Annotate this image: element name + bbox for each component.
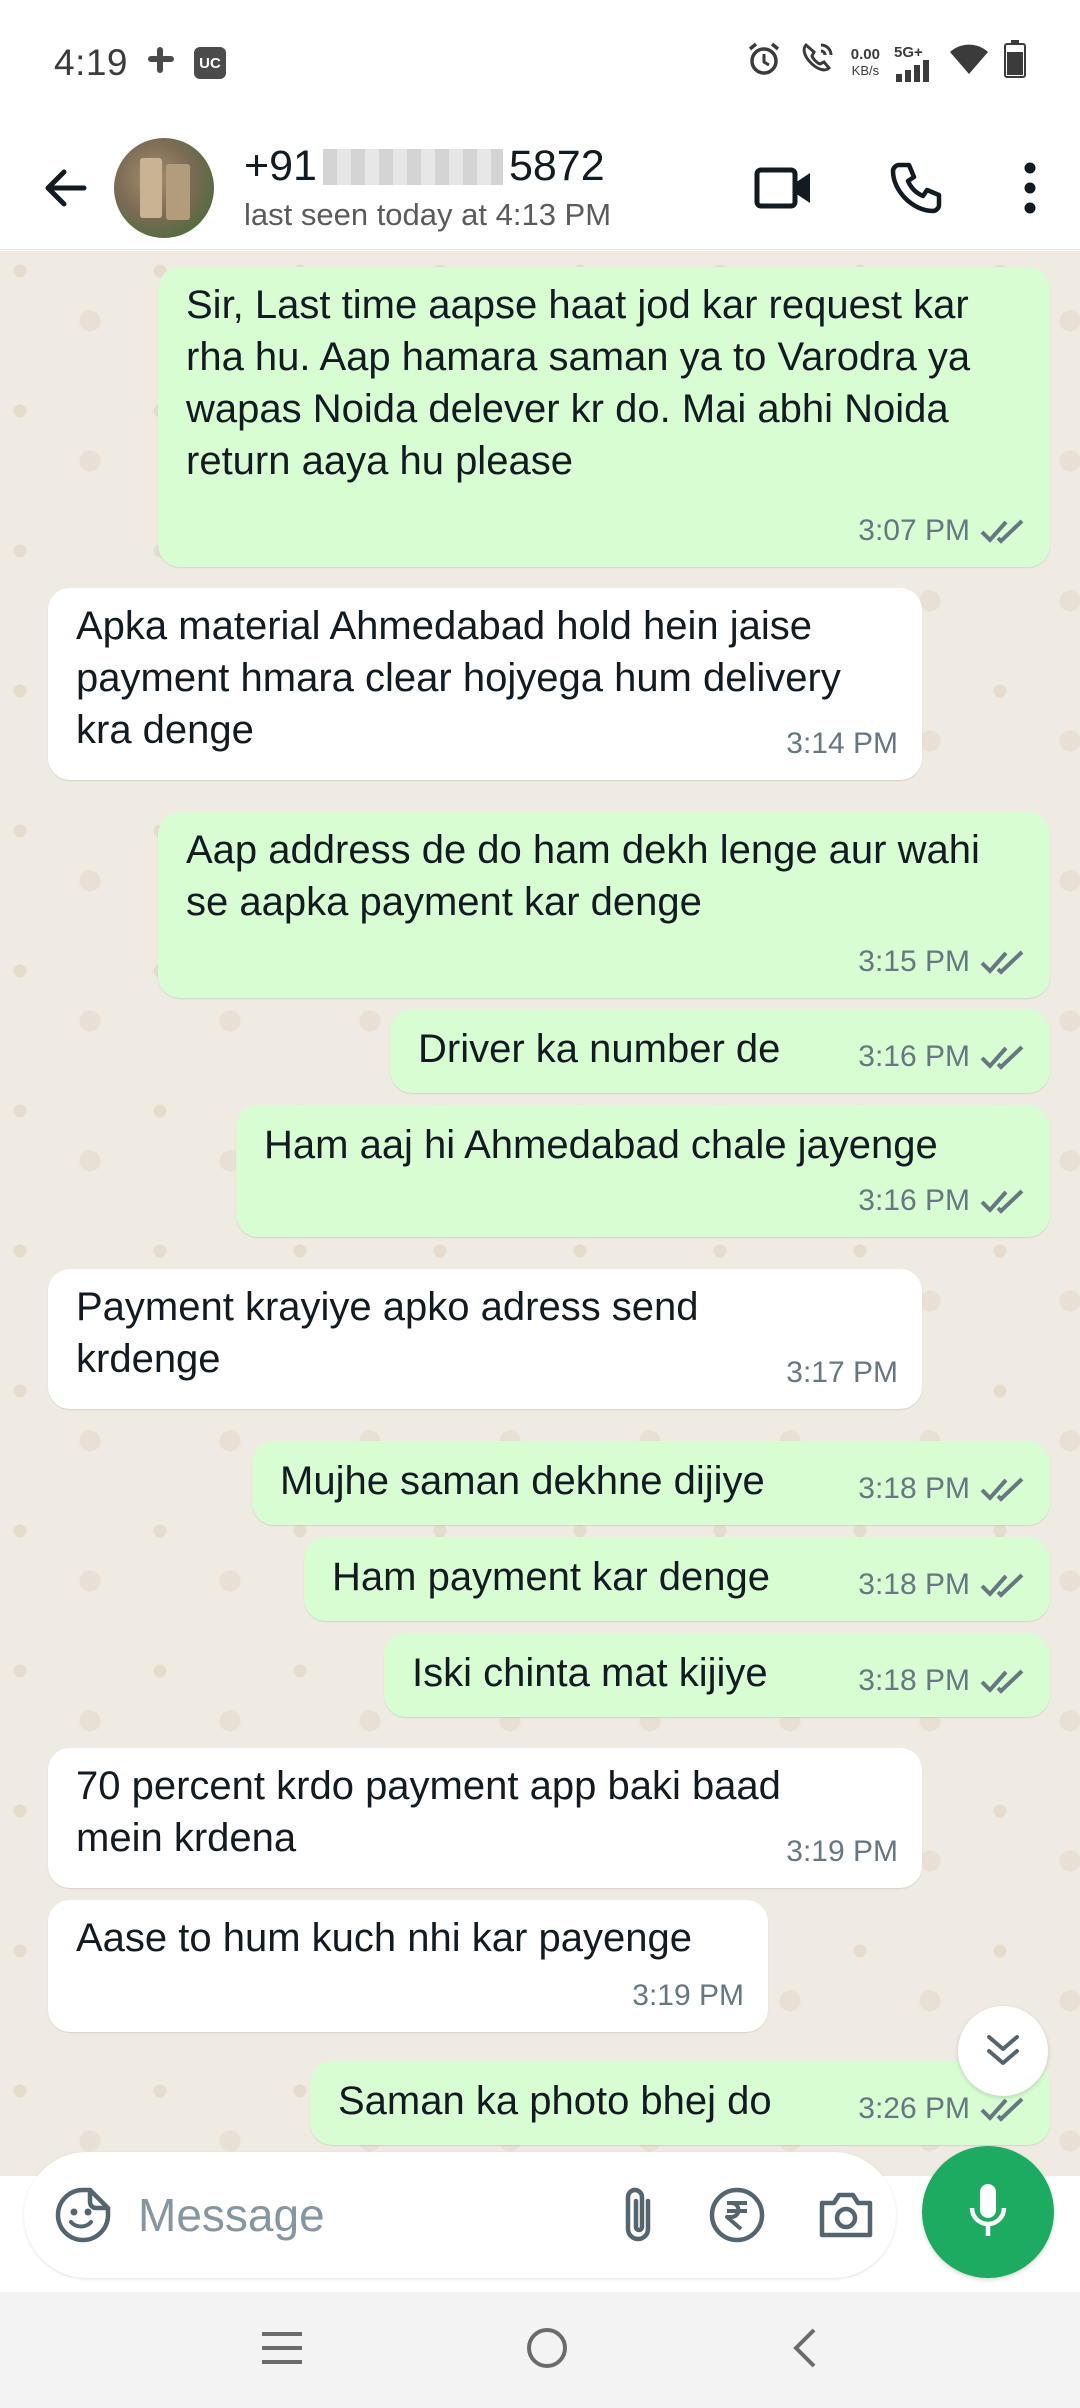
double-check-icon	[980, 519, 1024, 544]
menu-lines-icon	[262, 2331, 303, 2364]
chevron-left-icon	[792, 2328, 816, 2367]
status-bar: 4:19 UC 0.00 KB/s 5G+	[0, 0, 1080, 126]
message-text: Aase to hum kuch nhi kar payenge	[76, 1916, 692, 1960]
message-time: 3:16 PM	[858, 1040, 970, 1073]
message-in[interactable]: Payment krayiye apko adress send krdenge…	[48, 1269, 922, 1409]
menu-button[interactable]	[1010, 150, 1050, 226]
double-chevron-down-icon	[987, 2035, 1019, 2065]
message-text: Sir, Last time aapse haat jod kar reques…	[186, 283, 971, 483]
double-check-icon	[980, 1573, 1024, 1598]
message-time: 3:07 PM	[858, 514, 970, 547]
more-vertical-icon	[1024, 162, 1036, 213]
home-circle-icon	[526, 2327, 567, 2368]
message-out[interactable]: Ham aaj hi Ahmedabad chale jayenge 3:16 …	[236, 1105, 1050, 1237]
microphone-icon	[969, 2184, 1007, 2236]
double-check-icon	[980, 950, 1024, 975]
scroll-to-bottom-button[interactable]	[958, 2006, 1048, 2096]
message-out[interactable]: Aap address de do ham dekh lenge aur wah…	[158, 812, 1050, 998]
double-check-icon	[980, 1189, 1024, 1214]
back-button[interactable]	[30, 152, 102, 224]
arrow-left-icon	[45, 169, 87, 206]
redacted-number	[322, 148, 503, 185]
double-check-icon	[980, 1477, 1024, 1502]
contact-suffix: 5872	[508, 142, 605, 190]
contact-name: +91 5872	[244, 142, 611, 191]
attach-button[interactable]	[618, 2185, 658, 2245]
network-type: 5G+	[894, 43, 923, 61]
message-time: 3:18 PM	[858, 1472, 970, 1505]
message-time: 3:26 PM	[858, 2092, 970, 2125]
avatar[interactable]	[114, 137, 214, 238]
message-out[interactable]: Sir, Last time aapse haat jod kar reques…	[158, 267, 1050, 567]
message-text: Payment krayiye apko adress send krdenge	[76, 1285, 699, 1381]
message-out[interactable]: Ham payment kar denge 3:18 PM	[304, 1537, 1050, 1621]
emoji-button[interactable]	[54, 2186, 112, 2244]
system-back-button[interactable]	[790, 2326, 820, 2375]
message-text: 70 percent krdo payment app baki baad me…	[76, 1764, 781, 1860]
payment-button[interactable]	[708, 2186, 766, 2244]
video-call-button[interactable]	[746, 150, 822, 226]
message-composer	[24, 2152, 896, 2278]
message-text: Ham aaj hi Ahmedabad chale jayenge	[264, 1123, 938, 1167]
status-time: 4:19	[54, 42, 129, 83]
data-speed-value: 0.00	[850, 46, 880, 63]
contact-prefix: +91	[244, 142, 317, 190]
message-text: Apka material Ahmedabad hold hein jaise …	[76, 604, 841, 752]
camera-icon	[819, 2192, 873, 2238]
rupee-icon	[709, 2187, 765, 2243]
message-time: 3:19 PM	[786, 1835, 898, 1868]
recent-apps-button[interactable]	[260, 2330, 304, 2371]
system-navigation-bar	[0, 2292, 1080, 2408]
slack-icon	[146, 42, 176, 84]
message-out[interactable]: Mujhe saman dekhne dijiye 3:18 PM	[252, 1441, 1050, 1525]
message-time: 3:18 PM	[858, 1664, 970, 1697]
home-button[interactable]	[525, 2326, 569, 2375]
voice-message-button[interactable]	[922, 2146, 1054, 2278]
wifi-call-icon	[797, 39, 837, 88]
message-out[interactable]: Driver ka number de 3:16 PM	[390, 1009, 1050, 1093]
message-in[interactable]: 70 percent krdo payment app baki baad me…	[48, 1748, 922, 1888]
message-time: 3:16 PM	[858, 1184, 970, 1217]
chat-area[interactable]: Sir, Last time aapse haat jod kar reques…	[0, 251, 1080, 2176]
data-speed-unit: KB/s	[851, 63, 880, 78]
uc-browser-icon: UC	[194, 47, 227, 79]
camera-button[interactable]	[816, 2189, 876, 2241]
message-time: 3:17 PM	[786, 1356, 898, 1389]
message-time: 3:15 PM	[858, 945, 970, 978]
contact-info[interactable]: +91 5872 last seen today at 4:13 PM	[244, 142, 611, 233]
signal-icon: 5G+	[894, 45, 934, 82]
battery-icon	[1004, 39, 1026, 87]
video-camera-icon	[754, 167, 810, 208]
message-time: 3:14 PM	[786, 727, 898, 760]
voice-call-button[interactable]	[878, 150, 954, 226]
message-in[interactable]: Aase to hum kuch nhi kar payenge 3:19 PM	[48, 1900, 768, 2032]
message-out[interactable]: Saman ka photo bhej do 3:26 PM	[310, 2061, 1050, 2145]
message-in[interactable]: Apka material Ahmedabad hold hein jaise …	[48, 588, 922, 780]
last-seen: last seen today at 4:13 PM	[244, 197, 612, 232]
phone-icon	[890, 162, 942, 213]
chat-header: +91 5872 last seen today at 4:13 PM	[0, 126, 1080, 250]
message-out[interactable]: Iski chinta mat kijiye 3:18 PM	[384, 1633, 1050, 1717]
sticker-icon	[55, 2187, 111, 2243]
paperclip-icon	[625, 2187, 651, 2242]
data-speed: 0.00 KB/s	[851, 47, 880, 79]
double-check-icon	[980, 1045, 1024, 1070]
double-check-icon	[980, 2097, 1024, 2122]
alarm-icon	[745, 40, 783, 87]
message-time: 3:19 PM	[632, 1979, 744, 2012]
wifi-icon	[948, 42, 990, 85]
double-check-icon	[980, 1669, 1024, 1694]
message-input[interactable]	[138, 2188, 498, 2242]
message-time: 3:18 PM	[858, 1568, 970, 1601]
message-text: Aap address de do ham dekh lenge aur wah…	[186, 828, 980, 924]
